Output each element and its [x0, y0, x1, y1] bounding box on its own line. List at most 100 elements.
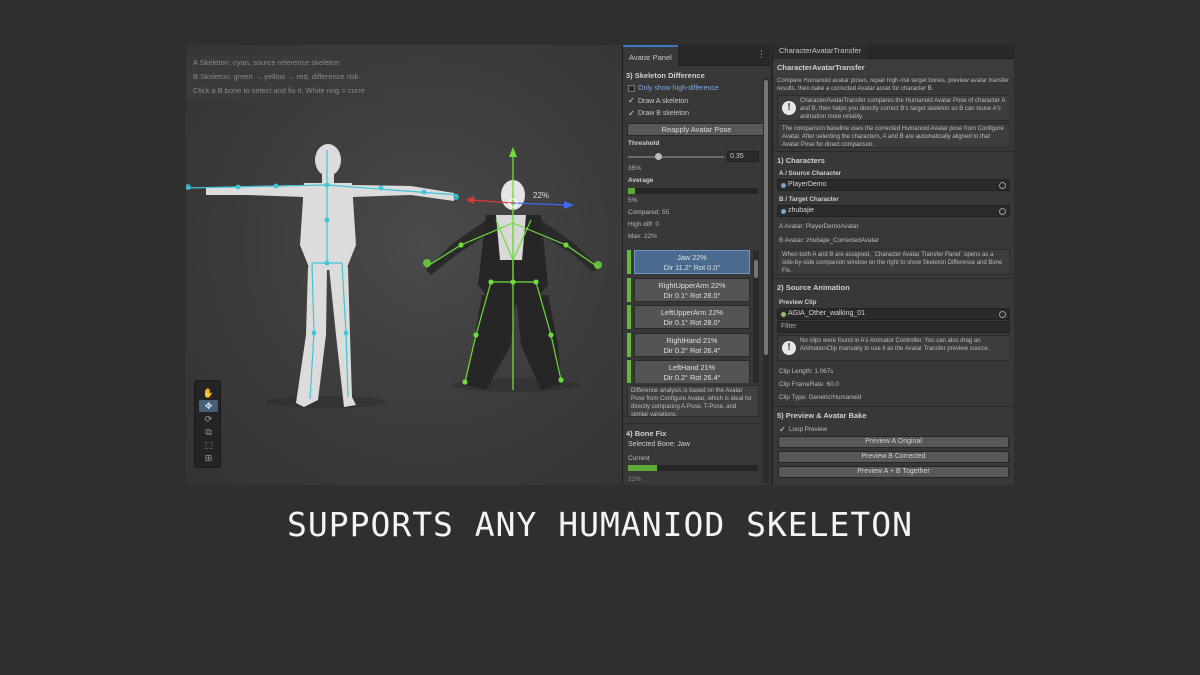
- preview-bake-title: 5) Preview & Avatar Bake: [773, 406, 1014, 422]
- transfer-info-text: CharacterAvatarTransfer compares the Hum…: [800, 98, 1005, 120]
- preview-clip-field[interactable]: AGIA_Other_walking_01: [777, 308, 1010, 320]
- bone-risk-strip: [627, 250, 631, 274]
- threshold-slider-handle[interactable]: [655, 152, 662, 160]
- threshold-slider-row: 0.35: [623, 150, 770, 163]
- draw-a-toggle[interactable]: ✓ Draw A skeleton: [623, 96, 770, 109]
- bone-title: LeftUpperArm 22%: [660, 308, 724, 318]
- reapply-avatar-pose-button[interactable]: Reapply Avatar Pose: [627, 122, 766, 136]
- checkmark-icon[interactable]: ✓: [628, 109, 635, 117]
- bone-button[interactable]: Jaw 22% Dir 11.2° Rot 0.0°: [634, 250, 750, 274]
- high-diff-count: High diff: 0: [628, 220, 659, 228]
- object-picker-icon[interactable]: [999, 208, 1006, 215]
- transfer-panel: CharacterAvatarTransfer CharacterAvatarT…: [772, 45, 1014, 485]
- source-character-field[interactable]: PlayerDemo: [777, 179, 1010, 191]
- assigned-note-box: When both A and B are assigned, `Charact…: [777, 249, 1010, 275]
- clip-length: Clip Length: 1.067s: [779, 368, 834, 375]
- avatar-panel: Avatar Panel ⋮ 3) Skeleton Difference On…: [622, 45, 770, 485]
- target-character-value: zhubajie: [788, 207, 815, 214]
- current-bar: [628, 465, 758, 471]
- object-picker-icon[interactable]: [999, 311, 1006, 318]
- info-icon: !: [782, 341, 796, 355]
- draw-a-label: Draw A skeleton: [638, 97, 689, 105]
- only-high-label: Only show high-difference: [638, 85, 719, 92]
- characters-title: 1) Characters: [773, 151, 1014, 167]
- bone-item-jaw[interactable]: Jaw 22% Dir 11.2° Rot 0.0°: [627, 250, 759, 274]
- only-high-toggle[interactable]: Only show high-difference: [623, 83, 770, 96]
- threshold-label: Threshold: [628, 139, 660, 147]
- scale-tool-icon[interactable]: ⧉: [199, 426, 218, 438]
- transfer-intro: Compare Humanoid avatar poses, repair hi…: [777, 78, 1010, 92]
- preview-clip-label: Preview Clip: [779, 299, 817, 306]
- b-avatar-label: B Avatar: zhubajie_CorrectedAvatar: [779, 237, 879, 244]
- bone-item-right-hand[interactable]: RightHand 21% Dir 0.2° Rot 26.4°: [627, 332, 759, 357]
- threshold-input[interactable]: 0.35: [727, 150, 759, 162]
- checkmark-icon[interactable]: ✓: [779, 425, 786, 433]
- tab-avatar-panel[interactable]: Avatar Panel: [623, 45, 678, 66]
- checkmark-icon[interactable]: ✓: [628, 97, 635, 105]
- avatar-panel-scroll-thumb[interactable]: [764, 80, 768, 355]
- bone-stats: Dir 0.2° Rot 26.4°: [663, 345, 721, 355]
- character-b: [426, 180, 598, 390]
- panel-menu-icon[interactable]: ⋮: [757, 49, 766, 60]
- bone-list-scroll-thumb[interactable]: [754, 260, 758, 278]
- bone-title: Jaw 22%: [677, 253, 707, 262]
- threshold-slider-track[interactable]: [628, 155, 724, 158]
- bone-risk-strip: [627, 360, 631, 383]
- transfer-panel-tabbar: CharacterAvatarTransfer: [773, 45, 1014, 59]
- transform-tool-icon[interactable]: ⊞: [199, 452, 218, 464]
- rotate-tool-icon[interactable]: ⟳: [199, 413, 218, 425]
- bone-risk-strip: [627, 305, 631, 330]
- scene-viewport[interactable]: 22%: [186, 45, 622, 485]
- compared-count: Compared: 55: [628, 208, 670, 216]
- loop-preview-toggle[interactable]: ✓ Loop Preview: [773, 423, 1014, 435]
- bone-difference-list: Jaw 22% Dir 11.2° Rot 0.0° RightUpperArm …: [627, 250, 759, 383]
- bone-title: RightHand 21%: [666, 335, 718, 345]
- scene-view[interactable]: 22% A Skeleton: cyan, source reference s…: [186, 45, 622, 485]
- avatar-panel-scrollbar[interactable]: [763, 78, 769, 483]
- bone-title: RightUpperArm 22%: [658, 280, 726, 290]
- bone-risk-strip: [627, 332, 631, 357]
- baseline-note-box: The comparison baseline uses the correct…: [777, 123, 1010, 148]
- average-bar-fill: [628, 187, 635, 194]
- clip-filter-input[interactable]: Filter: [777, 321, 1010, 333]
- selected-bone-label: Selected Bone: Jaw: [628, 441, 690, 448]
- bone-item-left-upper-arm[interactable]: LeftUpperArm 22% Dir 0.1° Rot 28.0°: [627, 305, 759, 330]
- source-character-label: A / Source Character: [779, 170, 842, 177]
- bone-item-left-hand[interactable]: LeftHand 21% Dir 0.2° Rot 26.4°: [627, 360, 759, 383]
- info-line-a: A Skeleton: cyan, source reference skele…: [193, 58, 340, 67]
- source-animation-title: 2) Source Animation: [773, 278, 1014, 294]
- bone-button[interactable]: RightHand 21% Dir 0.2° Rot 26.4°: [634, 332, 750, 357]
- caption: SUPPORTS ANY HUMANIOD SKELETON: [286, 505, 914, 544]
- average-bar-row: [623, 187, 770, 195]
- draw-b-toggle[interactable]: ✓ Draw B skeleton: [623, 108, 770, 121]
- hand-tool-icon[interactable]: ✋: [199, 387, 218, 399]
- bone-item-right-upper-arm[interactable]: RightUpperArm 22% Dir 0.1° Rot 28.0°: [627, 277, 759, 302]
- info-icon: !: [782, 101, 796, 115]
- bone-button[interactable]: LeftUpperArm 22% Dir 0.1° Rot 28.0°: [634, 305, 750, 330]
- bone-button[interactable]: LeftHand 21% Dir 0.2° Rot 26.4°: [634, 360, 750, 383]
- bone-stats: Dir 0.1° Rot 28.0°: [663, 318, 721, 328]
- target-character-label: B / Target Character: [779, 196, 839, 203]
- average-bar: [628, 187, 758, 194]
- a-avatar-label: A Avatar: PlayerDemoAvatar: [779, 223, 859, 230]
- preview-ab-button[interactable]: Preview A + B Together: [778, 466, 1009, 478]
- average-percent: 5%: [628, 196, 638, 204]
- tab-character-avatar-transfer[interactable]: CharacterAvatarTransfer: [773, 45, 868, 59]
- rect-tool-icon[interactable]: ⬚: [199, 439, 218, 451]
- object-picker-icon[interactable]: [999, 182, 1006, 189]
- preview-clip-value: AGIA_Other_walking_01: [788, 310, 866, 317]
- preview-b-button[interactable]: Preview B Corrected: [778, 451, 1009, 463]
- tool-strip: ✋ ✥ ⟳ ⧉ ⬚ ⊞: [194, 380, 221, 468]
- clip-framerate: Clip FrameRate: 60.0: [779, 381, 839, 388]
- move-tool-icon[interactable]: ✥: [199, 400, 218, 412]
- gameobject-icon: [781, 209, 786, 214]
- bone-button[interactable]: RightUpperArm 22% Dir 0.1° Rot 28.0°: [634, 277, 750, 302]
- source-character-value: PlayerDemo: [788, 181, 827, 188]
- preview-a-button[interactable]: Preview A Original: [778, 436, 1009, 448]
- current-label: Current: [628, 455, 650, 462]
- bone-list-scrollbar[interactable]: [753, 250, 759, 383]
- target-character-field[interactable]: zhubajie: [777, 205, 1010, 217]
- threshold-percent: 35%: [628, 164, 642, 172]
- bone-stats: Dir 0.2° Rot 26.4°: [663, 373, 721, 383]
- checkbox-icon[interactable]: [628, 84, 635, 92]
